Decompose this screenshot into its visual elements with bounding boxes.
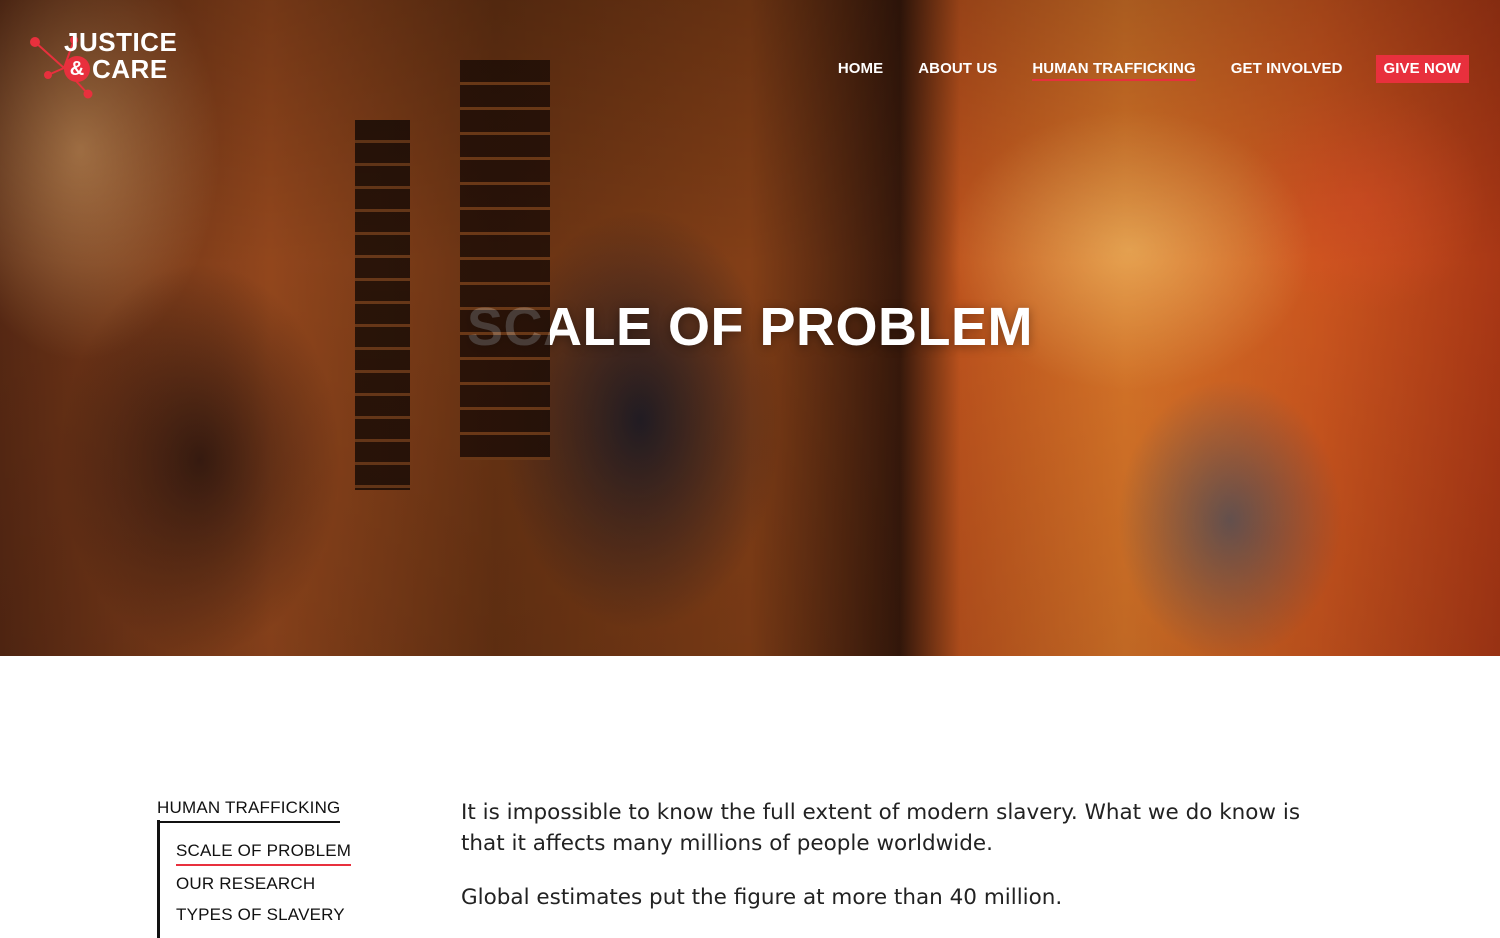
sidebar-item-types-of-slavery[interactable]: TYPES OF SLAVERY (176, 905, 345, 925)
article-body: It is impossible to know the full extent… (461, 797, 1341, 936)
nav-home[interactable]: HOME (838, 55, 883, 83)
logo-text-justice: JUSTICE (64, 27, 178, 57)
sidebar-divider (157, 820, 160, 938)
sidebar-item-scale-of-problem[interactable]: SCALE OF PROBLEM (176, 841, 352, 866)
give-now-button[interactable]: GIVE NOW (1375, 55, 1469, 83)
sidebar-heading-human-trafficking[interactable]: HUMAN TRAFFICKING (157, 798, 341, 823)
site-logo[interactable]: JUSTICE & CARE (28, 28, 198, 100)
article-paragraph: It is impossible to know the full extent… (461, 800, 1301, 856)
main-navigation: HOME ABOUT US HUMAN TRAFFICKING GET INVO… (803, 55, 1469, 83)
logo-ampersand: & (64, 56, 90, 82)
hero-banner: JUSTICE & CARE HOME ABOUT US HUMAN TRAFF… (0, 0, 1500, 656)
nav-about-us[interactable]: ABOUT US (918, 55, 997, 83)
sidebar-item-our-research[interactable]: OUR RESEARCH (176, 874, 315, 894)
page-title: SCALE OF PROBLEM (466, 297, 1033, 357)
nav-get-involved[interactable]: GET INVOLVED (1231, 55, 1343, 83)
logo-text-care: CARE (92, 54, 168, 84)
article-paragraph: Global estimates put the figure at more … (461, 885, 1063, 910)
nav-human-trafficking[interactable]: HUMAN TRAFFICKING (1032, 55, 1197, 83)
